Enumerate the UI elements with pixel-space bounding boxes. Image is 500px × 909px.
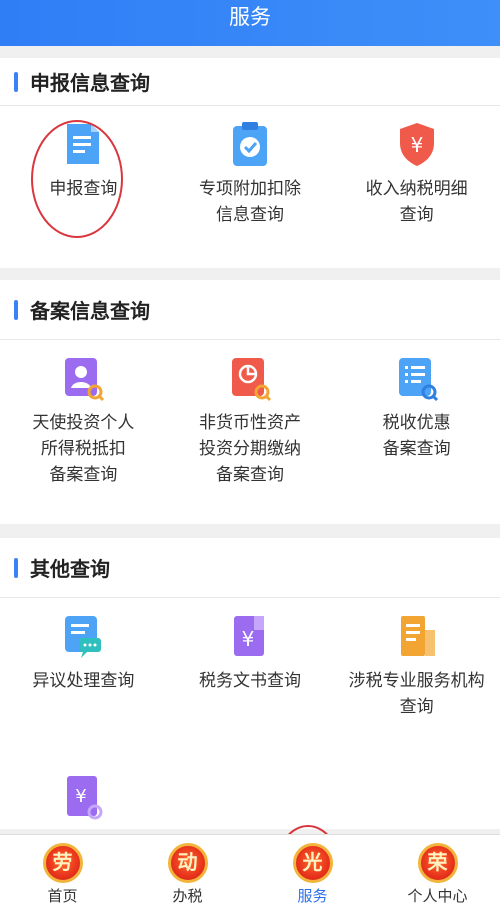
building-doc-icon <box>395 612 439 660</box>
item-label: 天使投资个人 所得税抵扣 备案查询 <box>32 413 135 485</box>
item-label: 税务文书查询 <box>198 671 301 691</box>
filing-grid: 天使投资个人 所得税抵扣 备案查询 非货币性资产 投资分期缴纳 备案查询 税收优… <box>0 340 500 524</box>
tab-personal-center[interactable]: 荣 个人中心 <box>375 835 500 909</box>
svg-text:¥: ¥ <box>410 133 423 157</box>
page-header: 服务 <box>0 0 500 46</box>
item-label: 专项附加扣除 信息查询 <box>198 179 301 225</box>
tab-home[interactable]: 劳 首页 <box>0 835 125 909</box>
item-label: 收入纳税明细 查询 <box>365 179 468 225</box>
tab-label: 办税 <box>172 887 203 905</box>
item-label: 异议处理查询 <box>32 671 135 691</box>
tab-tax[interactable]: 动 办税 <box>125 835 250 909</box>
clipboard-check-icon <box>228 120 272 168</box>
yen-search-icon: ¥ <box>61 772 105 820</box>
item-label: 涉税专业服务机构 查询 <box>348 671 485 717</box>
medal-icon: 荣 <box>417 843 458 883</box>
item-label: 非货币性资产 投资分期缴纳 备案查询 <box>198 413 301 485</box>
item-tax-preference-filing-query[interactable]: 税收优惠 备案查询 <box>333 354 500 524</box>
section-header-other: 其他查询 <box>0 538 500 598</box>
item-angel-investor-filing-query[interactable]: 天使投资个人 所得税抵扣 备案查询 <box>0 354 167 524</box>
tab-service[interactable]: 光 服务 <box>250 835 375 909</box>
person-search-icon <box>61 354 105 402</box>
document-icon <box>61 120 105 168</box>
item-tax-service-agency-query[interactable]: 涉税专业服务机构 查询 <box>333 612 500 766</box>
medal-icon: 劳 <box>42 843 83 883</box>
section-title: 备案信息查询 <box>30 299 150 323</box>
item-non-monetary-asset-filing-query[interactable]: 非货币性资产 投资分期缴纳 备案查询 <box>167 354 334 524</box>
item-declaration-query[interactable]: 申报查询 <box>0 120 167 268</box>
list-search-icon <box>395 354 439 402</box>
item-special-deduction-query[interactable]: 专项附加扣除 信息查询 <box>167 120 334 268</box>
declaration-grid: 申报查询 专项附加扣除 信息查询 ¥ 收入纳税明细 查询 <box>0 106 500 268</box>
item-other-query-4[interactable]: ¥ <box>0 766 167 829</box>
medal-icon: 动 <box>167 843 208 883</box>
item-label: 申报查询 <box>49 179 118 199</box>
section-title: 其他查询 <box>30 557 110 581</box>
item-tax-document-query[interactable]: ¥ 税务文书查询 <box>167 612 334 766</box>
tab-label: 首页 <box>47 887 78 905</box>
bottom-tab-bar: 劳 首页 动 办税 光 服务 荣 个人中心 <box>0 834 500 909</box>
page-title: 服务 <box>229 5 271 29</box>
section-header-filing: 备案信息查询 <box>0 280 500 340</box>
yen-book-icon: ¥ <box>228 612 272 660</box>
medal-icon: 光 <box>292 843 333 883</box>
svg-text:¥: ¥ <box>242 627 255 651</box>
yen-shield-icon: ¥ <box>395 120 439 168</box>
chart-search-icon <box>228 354 272 402</box>
item-label: 税收优惠 备案查询 <box>382 413 451 459</box>
tab-label: 服务 <box>297 887 328 905</box>
message-doc-icon <box>61 612 105 660</box>
tab-label: 个人中心 <box>407 887 468 905</box>
item-objection-handling-query[interactable]: 异议处理查询 <box>0 612 167 766</box>
svg-text:¥: ¥ <box>76 786 87 807</box>
other-grid: 异议处理查询 ¥ 税务文书查询 涉税专业服务机构 查询 ¥ <box>0 598 500 829</box>
section-title: 申报信息查询 <box>30 71 150 95</box>
section-header-declaration: 申报信息查询 <box>0 58 500 106</box>
item-income-tax-detail-query[interactable]: ¥ 收入纳税明细 查询 <box>333 120 500 268</box>
